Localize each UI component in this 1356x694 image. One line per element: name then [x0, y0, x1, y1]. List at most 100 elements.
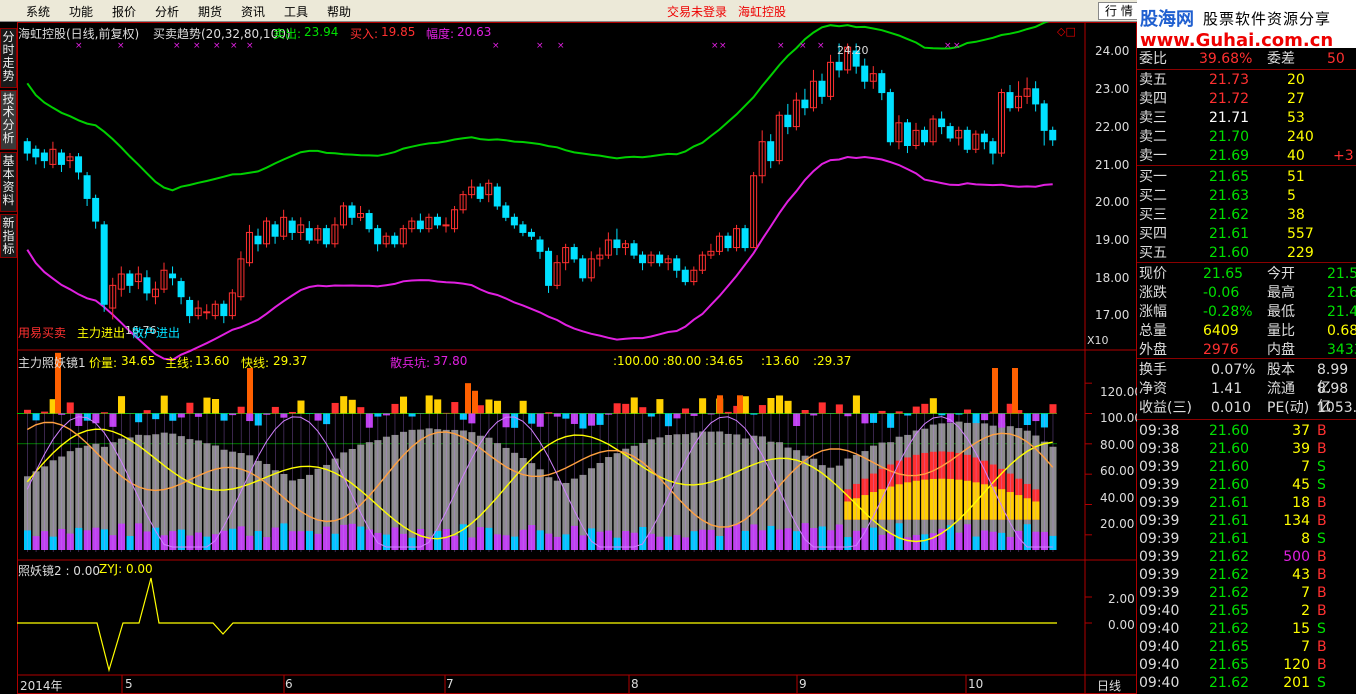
- candle-body: [938, 118, 946, 128]
- tab-intraday[interactable]: 分时走势: [0, 28, 17, 88]
- menu-system[interactable]: 系统: [26, 3, 50, 20]
- ask-row[interactable]: 卖三 21.71 53: [1137, 109, 1356, 127]
- range-label: 幅度:: [426, 27, 455, 41]
- menu-futures[interactable]: 期货: [198, 3, 222, 20]
- bid-row[interactable]: 买三 21.62 38: [1137, 206, 1356, 224]
- signal-marker: ×: [557, 41, 565, 51]
- menu-quote[interactable]: 报价: [112, 3, 136, 20]
- bid-row[interactable]: 买四 21.61 557: [1137, 225, 1356, 243]
- candle-body: [186, 299, 194, 317]
- diff-label: 委差: [1267, 51, 1295, 67]
- range-value: 20.63: [457, 25, 492, 39]
- top-hist-bar: [964, 409, 972, 414]
- panel-controls-icon[interactable]: ◇□: [1057, 25, 1076, 38]
- tick-side: S: [1317, 459, 1326, 475]
- tick-price: 21.62: [1209, 585, 1250, 601]
- mid-axis-label: 20.00: [1100, 517, 1135, 531]
- ask-row[interactable]: 卖四 21.72 27: [1137, 90, 1356, 108]
- candle-body: [83, 175, 91, 199]
- tick-volume: 7: [1301, 459, 1310, 475]
- top-hist-bar: [724, 411, 732, 414]
- candle-body: [946, 126, 954, 139]
- spike-bar: [717, 395, 723, 414]
- tick-price: 21.62: [1209, 549, 1250, 565]
- tab-fundamental[interactable]: 基本资料: [0, 152, 17, 212]
- stat-label: 净资: [1139, 381, 1167, 397]
- top-hist-bar: [288, 411, 296, 414]
- ask-row[interactable]: 卖一 21.69 40 +3: [1137, 147, 1356, 165]
- ask-row[interactable]: 卖五 21.73 20: [1137, 71, 1356, 89]
- top-hist-bar: [66, 402, 74, 414]
- candle-body: [143, 277, 151, 294]
- top-hist-bar: [921, 403, 929, 414]
- divider: [1137, 358, 1356, 359]
- tick-time: 09:39: [1139, 477, 1180, 493]
- candle-body: [630, 243, 638, 256]
- zx-label: 主线:: [165, 356, 194, 370]
- zoom-label[interactable]: X10: [1087, 334, 1109, 347]
- quote-button[interactable]: 行 情: [1098, 2, 1140, 20]
- time-label-may: 5: [125, 677, 133, 691]
- tick-volume: 15: [1292, 621, 1310, 637]
- period-label[interactable]: 日线: [1097, 677, 1121, 694]
- ask-volume: 27: [1287, 91, 1305, 107]
- bid-row[interactable]: 买五 21.60 229: [1137, 244, 1356, 262]
- candle-body: [348, 205, 356, 218]
- candle-body: [536, 239, 544, 252]
- kx-value: 29.37: [273, 354, 308, 368]
- tick-time: 09:39: [1139, 549, 1180, 565]
- tick-row: 09:39 21.61 18 B: [1137, 494, 1356, 512]
- tick-volume: 18: [1292, 495, 1310, 511]
- signal-marker: ×: [193, 41, 201, 51]
- bid-row[interactable]: 买二 21.63 5: [1137, 187, 1356, 205]
- tick-row: 09:39 21.62 500 B: [1137, 548, 1356, 566]
- candle-body: [818, 80, 826, 97]
- tab-technical[interactable]: 技术分析: [0, 90, 17, 150]
- tick-side: B: [1317, 423, 1327, 439]
- ask-volume: 40: [1287, 148, 1305, 164]
- menu-tools[interactable]: 工具: [284, 3, 308, 20]
- bid-price: 21.65: [1209, 169, 1250, 185]
- tick-side: B: [1317, 657, 1327, 673]
- stat-row: 净资 1.41 流通 8.98亿: [1137, 380, 1356, 415]
- top-hist-bar: [519, 400, 527, 414]
- bid-row[interactable]: 买一 21.65 51: [1137, 168, 1356, 186]
- top-hist-bar: [852, 395, 860, 414]
- top-hist-bar: [545, 412, 553, 414]
- ask-price: 21.73: [1209, 72, 1250, 88]
- mid-axis-label: 120.00: [1100, 385, 1142, 399]
- candle-body: [476, 186, 484, 199]
- candle-body: [980, 133, 988, 143]
- candle-body: [639, 254, 647, 264]
- ask-row[interactable]: 卖二 21.70 240: [1137, 128, 1356, 146]
- signal-marker: ×: [777, 41, 785, 51]
- time-label-jul: 7: [446, 677, 454, 691]
- stat-label: 今开: [1267, 266, 1295, 282]
- top-hist-bar: [656, 399, 664, 414]
- top-hist-bar: [699, 398, 707, 414]
- zx-value: 13.60: [195, 354, 230, 368]
- stat-value: 1.41: [1211, 381, 1243, 397]
- tick-volume: 39: [1292, 441, 1310, 457]
- chart-area[interactable]: × × × × × × × × × × × × × × × × × 海虹控股(日线,前复权) 买卖趋势(20,3…: [17, 22, 1142, 694]
- stat-value: 21.57: [1327, 266, 1356, 282]
- signal-marker: ×: [953, 41, 961, 51]
- tick-row: 09:40 21.62 15 S: [1137, 620, 1356, 638]
- signal-marker: ×: [799, 41, 807, 51]
- stat-label: 涨跌: [1139, 285, 1167, 301]
- tick-volume: 43: [1292, 567, 1310, 583]
- candle-body: [32, 148, 40, 158]
- tick-row: 09:40 21.62 201 S: [1137, 674, 1356, 692]
- menu-analysis[interactable]: 分析: [155, 3, 179, 20]
- jx-label: 价量:: [89, 356, 118, 370]
- tick-time: 09:39: [1139, 567, 1180, 583]
- menu-help[interactable]: 帮助: [327, 3, 351, 20]
- menu-function[interactable]: 功能: [69, 3, 93, 20]
- menu-news[interactable]: 资讯: [241, 3, 265, 20]
- signal-marker: ×: [719, 41, 727, 51]
- tick-volume: 500: [1283, 549, 1310, 565]
- candle-body: [126, 273, 134, 286]
- login-status[interactable]: 交易未登录: [667, 3, 727, 20]
- candle-body: [673, 258, 681, 271]
- tab-new-indicator[interactable]: 新指标: [0, 214, 17, 258]
